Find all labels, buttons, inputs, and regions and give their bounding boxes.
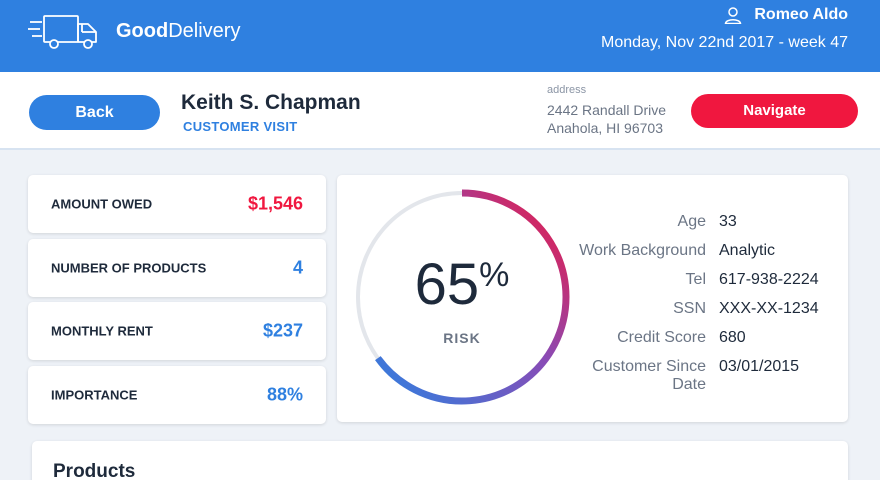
address-line-1: 2442 Randall Drive — [547, 102, 667, 118]
customer-name: Keith S. Chapman — [181, 91, 361, 114]
detail-key: Customer Since Date — [592, 358, 706, 393]
detail-row-customer-since: Customer Since Date 03/01/2015 — [557, 358, 847, 393]
navigate-button[interactable]: Navigate — [691, 94, 858, 128]
detail-key: Credit Score — [617, 329, 706, 346]
delivery-truck-icon — [28, 15, 97, 49]
detail-value: 33 — [719, 213, 737, 230]
stat-label: IMPORTANCE — [51, 387, 138, 403]
stat-label: NUMBER OF PRODUCTS — [51, 260, 207, 276]
detail-key: SSN — [673, 300, 706, 317]
brand-name-rest: Delivery — [168, 20, 241, 42]
detail-row-ssn: SSN XXX-XX-1234 — [557, 300, 847, 329]
stat-card-importance: IMPORTANCE 88% — [28, 366, 326, 424]
user-name: Romeo Aldo — [754, 6, 848, 23]
visit-type-label: CUSTOMER VISIT — [183, 119, 298, 134]
detail-value: XXX-XX-1234 — [719, 300, 819, 317]
stat-card-monthly-rent: MONTHLY RENT $237 — [28, 302, 326, 360]
stat-value: $1,546 — [247, 193, 303, 214]
risk-card: 65% RISK Age 33 Work Background Analytic… — [337, 175, 848, 422]
back-button[interactable]: Back — [29, 95, 160, 130]
address-line-2: Anahola, HI 96703 — [547, 120, 663, 136]
detail-row-tel: Tel 617-938-2224 — [557, 271, 847, 300]
stat-label: MONTHLY RENT — [51, 323, 153, 339]
detail-row-work-background: Work Background Analytic — [557, 242, 847, 271]
customer-header: Back Keith S. Chapman CUSTOMER VISIT add… — [0, 72, 880, 150]
detail-row-credit-score: Credit Score 680 — [557, 329, 847, 358]
risk-label: RISK — [443, 330, 481, 346]
user-menu[interactable]: Romeo Aldo — [724, 6, 848, 24]
user-icon — [725, 7, 742, 24]
detail-value: Analytic — [719, 242, 776, 259]
stat-card-number-of-products: NUMBER OF PRODUCTS 4 — [28, 239, 326, 297]
stat-card-amount-owed: AMOUNT OWED $1,546 — [28, 175, 326, 233]
risk-percentage-value: 65 — [414, 252, 480, 317]
address-label: address — [547, 84, 587, 96]
customer-details: Age 33 Work Background Analytic Tel 617-… — [557, 213, 847, 393]
products-title: Products — [53, 461, 136, 480]
stat-value: $237 — [262, 320, 303, 341]
detail-value: 680 — [719, 329, 746, 346]
stat-value: 4 — [292, 257, 303, 278]
brand-name-bold: Good — [116, 20, 169, 42]
app-header: GoodDelivery Romeo Aldo Monday, Nov 22nd… — [0, 0, 880, 72]
detail-value: 617-938-2224 — [719, 271, 819, 288]
detail-key: Tel — [685, 271, 706, 288]
current-date: Monday, Nov 22nd 2017 - week 47 — [601, 34, 848, 51]
brand-logo: GoodDelivery — [116, 20, 240, 43]
detail-key: Age — [677, 213, 706, 230]
risk-percentage: 65% — [352, 251, 572, 318]
detail-row-age: Age 33 — [557, 213, 847, 242]
detail-value: 03/01/2015 — [719, 358, 800, 375]
stat-label: AMOUNT OWED — [51, 196, 153, 212]
products-card: Products — [32, 441, 848, 480]
stat-value: 88% — [266, 384, 303, 405]
risk-percent-sign: % — [479, 256, 510, 294]
detail-key: Work Background — [579, 242, 706, 259]
